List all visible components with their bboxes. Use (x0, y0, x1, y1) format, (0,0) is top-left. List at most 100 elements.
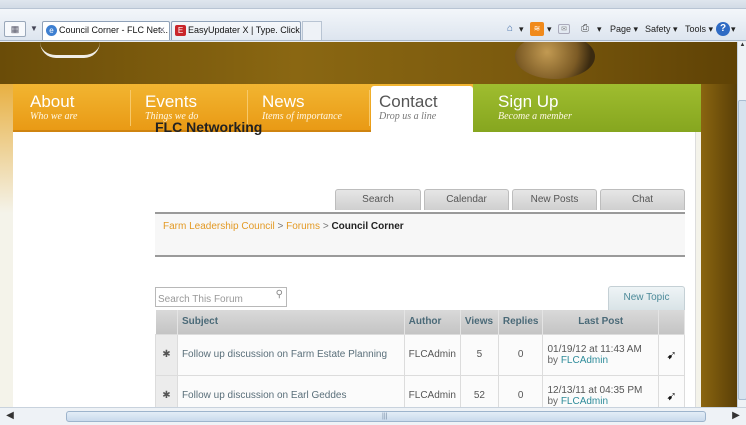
topic-subject-link[interactable]: Follow up discussion on Farm Estate Plan… (182, 349, 387, 360)
forum-search-box: ⚲ (155, 287, 287, 307)
vertical-scroll-thumb[interactable] (738, 100, 746, 400)
browser-tab-bar: ▦ ▼ e Council Corner - FLC Net... × E Ea… (0, 9, 746, 41)
topic-views: 5 (459, 333, 499, 376)
go-to-last-post-icon[interactable]: ➹ (666, 348, 676, 362)
breadcrumb-link-forums[interactable]: Forums (286, 221, 320, 232)
browser-tab-active[interactable]: e Council Corner - FLC Net... × (42, 21, 170, 40)
topic-star-icon: ✱ (155, 374, 178, 407)
breadcrumb-separator: > (277, 221, 284, 232)
print-dropdown-icon[interactable]: ▾ (597, 24, 602, 35)
browser-command-strip (0, 0, 746, 9)
tab-calendar[interactable]: Calendar (424, 189, 509, 210)
topic-star-icon: ✱ (155, 333, 178, 376)
right-background-strip (701, 84, 737, 407)
scroll-left-arrow-icon[interactable]: ◀ (3, 410, 17, 423)
nav-item-news[interactable]: News Items of importance (262, 92, 342, 123)
safety-menu[interactable]: Safety ▾ (645, 24, 678, 35)
last-post-user-link[interactable]: FLCAdmin (561, 355, 608, 366)
horizontal-scrollbar[interactable]: ◀ ||| ▶ (0, 407, 746, 425)
vertical-scrollbar[interactable]: ▲ (737, 42, 746, 407)
topic-replies: 0 (497, 374, 544, 407)
close-tab-icon[interactable]: × (159, 22, 165, 39)
scroll-up-arrow-icon[interactable]: ▲ (738, 42, 746, 52)
header-swoosh-graphic (40, 42, 100, 58)
home-icon[interactable]: ⌂ (503, 22, 517, 36)
column-header-author[interactable]: Author (404, 310, 461, 334)
scroll-grip-icon: ||| (382, 413, 388, 420)
last-post-by-label: by (547, 354, 559, 366)
rss-feed-icon[interactable]: ≋ (530, 22, 544, 36)
nav-label: Events (145, 92, 197, 111)
scroll-right-arrow-icon[interactable]: ▶ (729, 410, 743, 423)
tab-search[interactable]: Search (335, 189, 421, 210)
table-row: ✱ Follow up discussion on Earl Geddes FL… (155, 374, 685, 407)
nav-sublabel: Drop us a line (379, 111, 437, 122)
nav-label: Contact (379, 92, 438, 111)
new-tab-button[interactable] (302, 21, 322, 40)
topic-subject-cell: Follow up discussion on Farm Estate Plan… (176, 333, 405, 376)
tab-title: EasyUpdater X | Type. Click. ... (188, 25, 301, 35)
topic-last-post: 12/13/11 at 04:35 PM by FLCAdmin (542, 374, 660, 407)
column-header-views[interactable]: Views (460, 310, 499, 334)
nav-label: Sign Up (498, 92, 559, 111)
topic-replies: 0 (497, 333, 544, 376)
forum-search-input[interactable] (158, 292, 268, 306)
left-background-strip (0, 84, 13, 407)
breadcrumb-current: Council Corner (331, 221, 404, 232)
breadcrumb-panel: Farm Leadership Council > Forums > Counc… (155, 212, 685, 257)
mail-icon[interactable]: ✉ (558, 24, 570, 34)
tab-list-dropdown-icon[interactable]: ▼ (28, 21, 40, 37)
new-topic-button[interactable]: New Topic (608, 286, 685, 310)
table-header-row: Subject Author Views Replies Last Post (155, 310, 685, 334)
nav-sublabel: Items of importance (262, 111, 342, 122)
browser-tab[interactable]: E EasyUpdater X | Type. Click. ... (171, 21, 301, 40)
tab-chat[interactable]: Chat (600, 189, 685, 210)
nav-sublabel: Become a member (498, 111, 572, 122)
table-row: ✱ Follow up discussion on Farm Estate Pl… (155, 333, 685, 376)
home-dropdown-icon[interactable]: ▾ (519, 24, 524, 35)
go-to-last-post-cell: ➹ (658, 374, 685, 407)
feeds-dropdown-icon[interactable]: ▾ (547, 24, 552, 35)
last-post-by-label: by (547, 395, 559, 407)
page-viewport: About Who we are Events Things we do New… (0, 42, 737, 407)
go-to-last-post-icon[interactable]: ➹ (666, 389, 676, 403)
go-column-header (658, 310, 685, 334)
help-dropdown-icon[interactable]: ▾ (731, 24, 736, 35)
topic-author[interactable]: FLCAdmin (403, 374, 461, 407)
star-column-header (155, 310, 178, 334)
printer-icon[interactable]: ⎙ (578, 22, 592, 36)
tab-title: Council Corner - FLC Net... (59, 25, 169, 35)
breadcrumb-link-flc[interactable]: Farm Leadership Council (163, 221, 275, 232)
nav-item-sign-up[interactable]: Sign Up Become a member (498, 92, 572, 123)
nav-item-contact[interactable]: Contact Drop us a line (379, 92, 438, 123)
tools-menu[interactable]: Tools ▾ (685, 24, 713, 35)
page-menu[interactable]: Page ▾ (610, 24, 638, 35)
quick-tabs-button[interactable]: ▦ (4, 21, 26, 37)
page-title: FLC Networking (155, 119, 263, 135)
topic-last-post: 01/19/12 at 11:43 AM by FLCAdmin (542, 333, 660, 376)
help-icon[interactable]: ? (716, 22, 730, 36)
topic-subject-link[interactable]: Follow up discussion on Earl Geddes (182, 390, 347, 401)
nav-separator (369, 90, 370, 126)
last-post-user-link[interactable]: FLCAdmin (561, 396, 608, 407)
elc-site-icon: E (175, 25, 186, 36)
last-post-date: 12/13/11 at 04:35 PM (547, 384, 643, 396)
grain-bowl-image (515, 42, 595, 79)
topic-author[interactable]: FLCAdmin (403, 333, 461, 376)
tab-new-posts[interactable]: New Posts (512, 189, 597, 210)
nav-item-about[interactable]: About Who we are (30, 92, 77, 123)
column-header-last-post[interactable]: Last Post (542, 310, 660, 334)
ie-page-icon: e (46, 25, 57, 36)
go-to-last-post-cell: ➹ (658, 333, 685, 376)
search-icon[interactable]: ⚲ (276, 289, 283, 300)
forum-topics-table: Subject Author Views Replies Last Post ✱… (155, 310, 685, 407)
horizontal-scroll-thumb[interactable]: ||| (66, 411, 706, 422)
column-header-subject[interactable]: Subject (177, 310, 405, 334)
topic-subject-cell: Follow up discussion on Earl Geddes (176, 374, 405, 407)
breadcrumb: Farm Leadership Council > Forums > Counc… (163, 221, 404, 232)
nav-label: News (262, 92, 305, 111)
topic-views: 52 (459, 374, 499, 407)
column-header-replies[interactable]: Replies (498, 310, 544, 334)
nav-separator (130, 90, 131, 126)
last-post-date: 01/19/12 at 11:43 AM (547, 343, 642, 355)
